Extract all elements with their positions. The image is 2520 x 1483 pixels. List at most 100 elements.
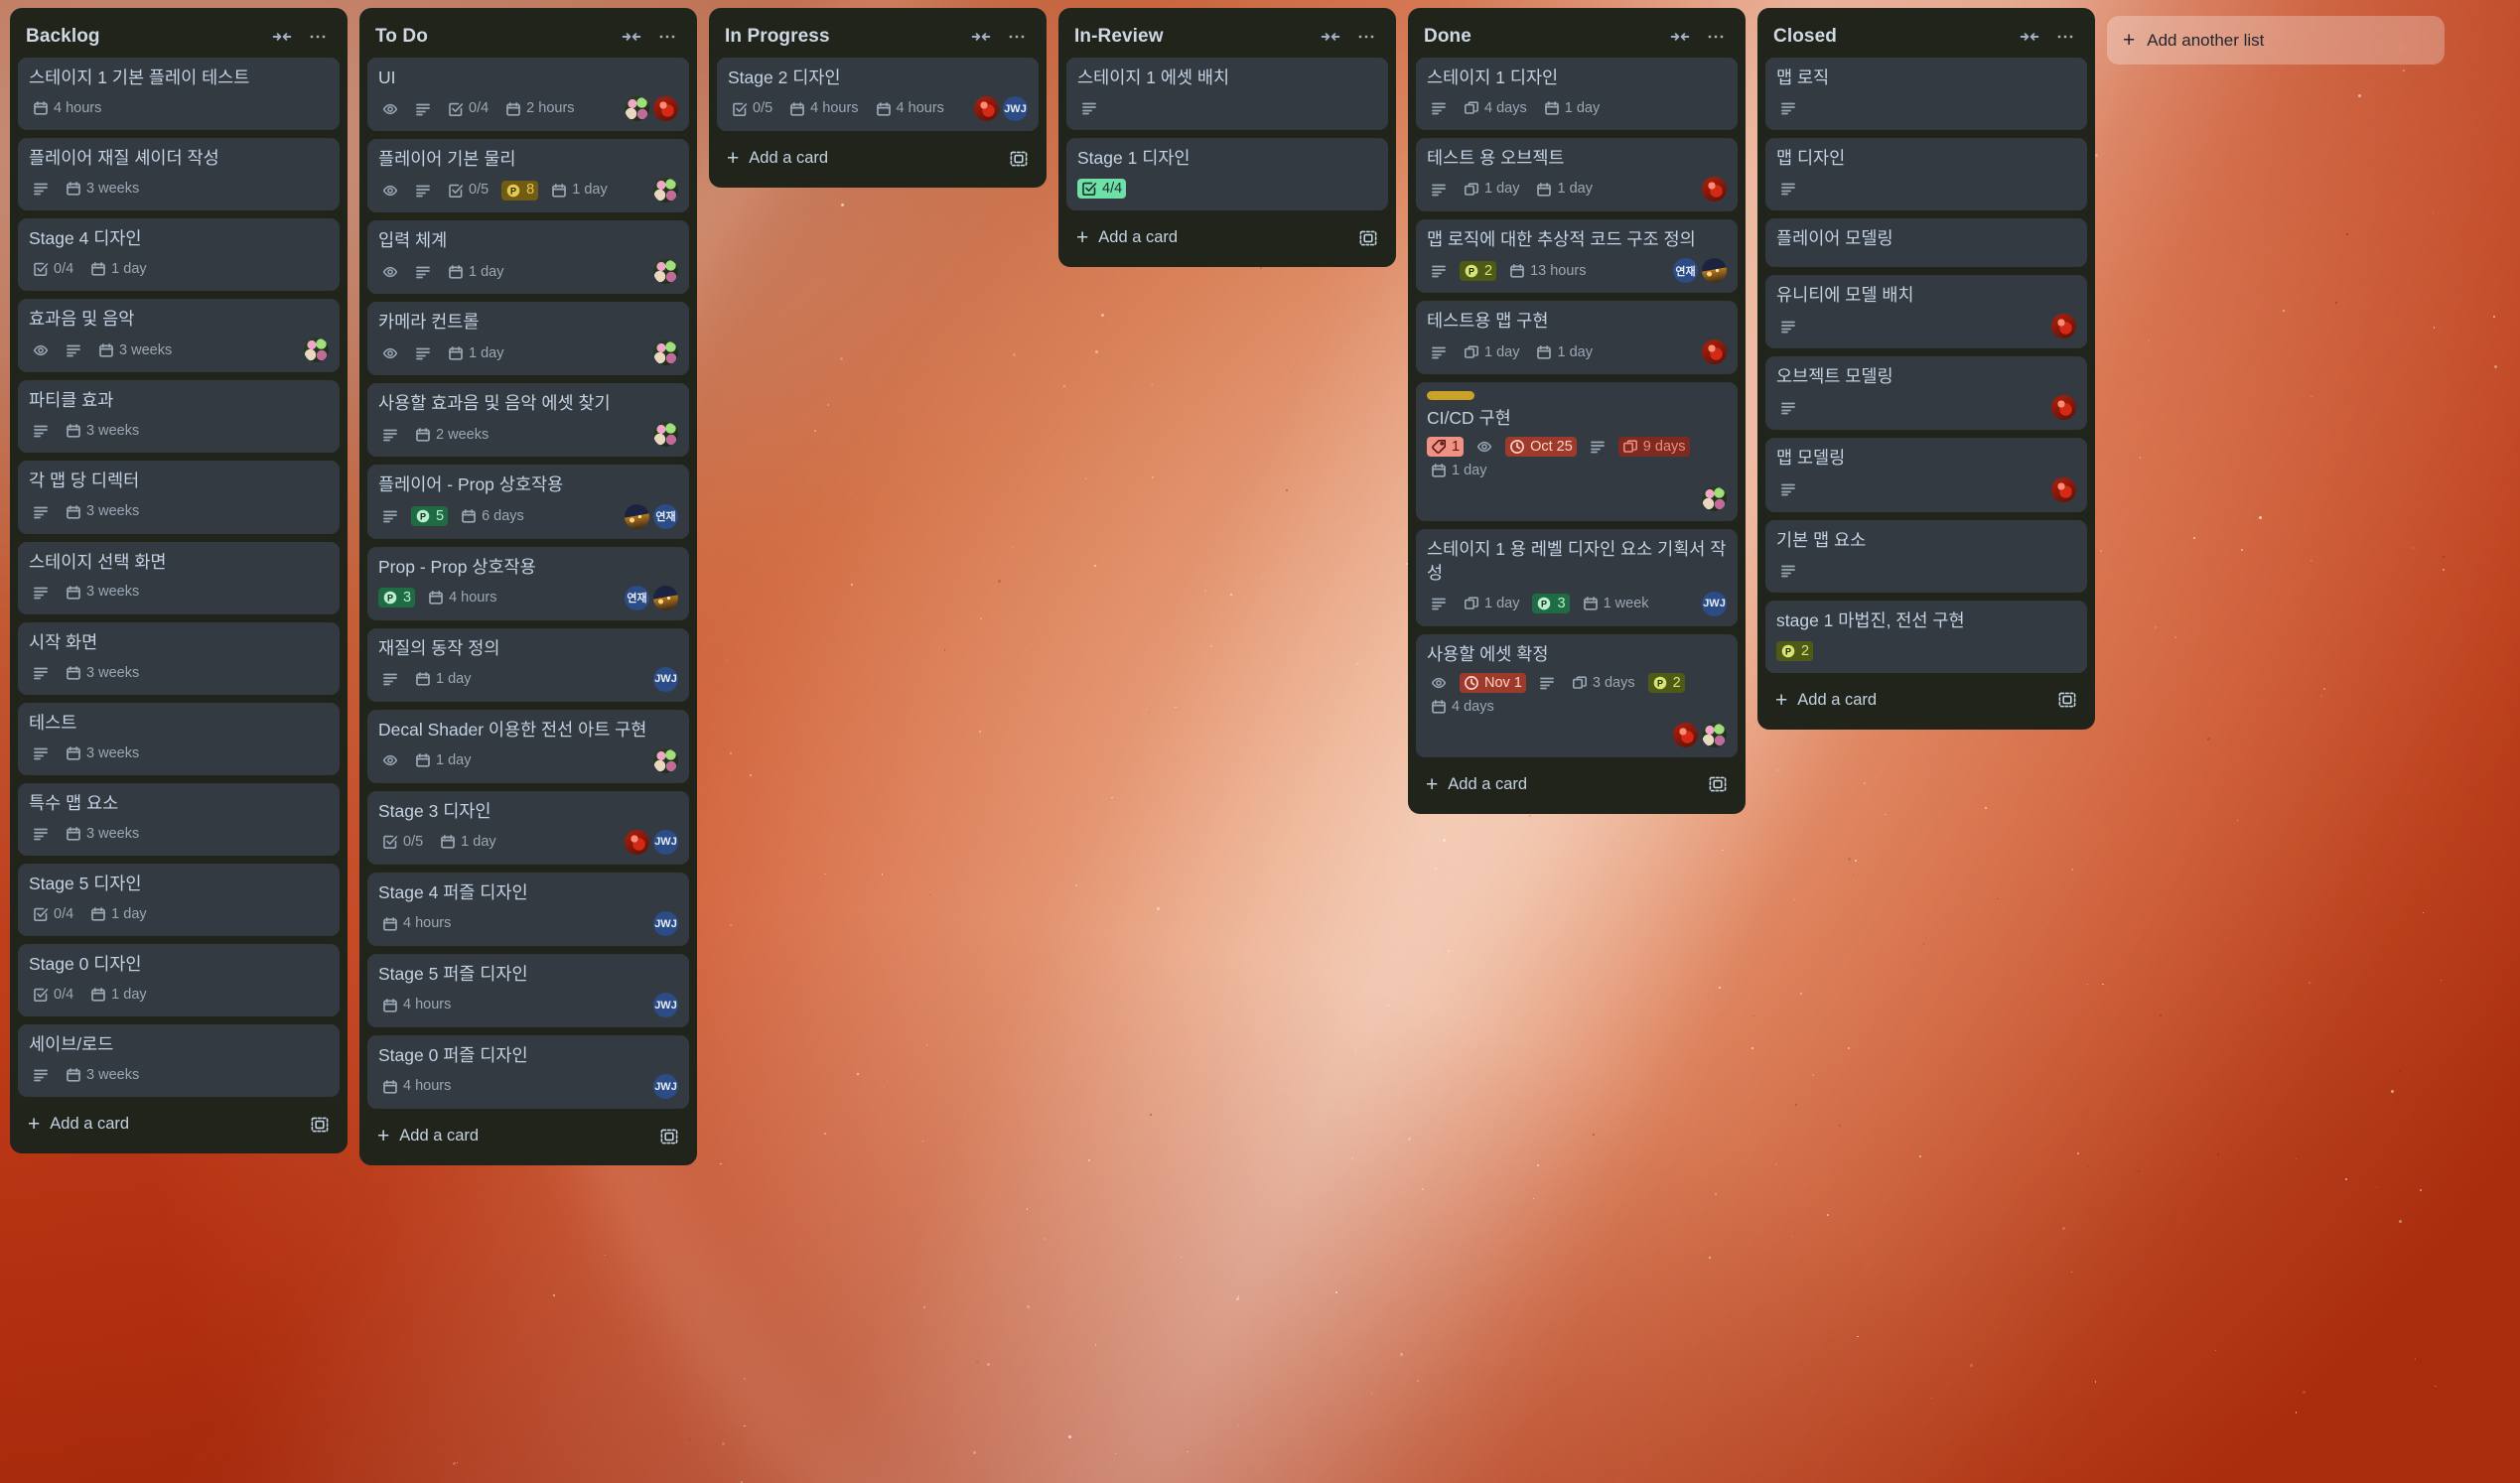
card-template-icon[interactable] [1358, 228, 1378, 248]
list-title[interactable]: Done [1424, 26, 1658, 48]
avatar-initials[interactable]: 연재 [1673, 258, 1698, 284]
card[interactable]: CI/CD 구현 1 Oct 25 9 days 1 day [1416, 382, 1738, 522]
add-card-button[interactable]: + Add a card [1416, 763, 1738, 806]
avatar[interactable] [653, 178, 678, 203]
card[interactable]: 스테이지 선택 화면 3 weeks [18, 541, 340, 614]
collapse-list-icon[interactable] [2016, 24, 2043, 50]
avatar-initials[interactable]: JWJ [653, 993, 678, 1018]
card[interactable]: Prop - Prop 상호작용 P 3 4 hours 연재 [367, 546, 689, 620]
card[interactable]: Stage 0 디자인 0/4 1 day [18, 944, 340, 1017]
card[interactable]: 플레이어 - Prop 상호작용 P 5 6 days 연재 [367, 465, 689, 539]
card-label[interactable] [1427, 391, 1474, 401]
avatar-initials[interactable]: JWJ [1702, 591, 1727, 616]
avatar-initials[interactable]: 연재 [653, 503, 678, 529]
avatar[interactable] [653, 259, 678, 285]
avatar[interactable] [1702, 258, 1727, 284]
avatar[interactable] [1702, 339, 1727, 365]
list-actions-icon[interactable] [1352, 24, 1380, 50]
card[interactable]: 카메라 컨트롤 1 day [367, 302, 689, 376]
add-card-button[interactable]: + Add a card [18, 1103, 340, 1146]
card[interactable]: 사용할 에셋 확정 Nov 1 3 days P 2 4 days [1416, 633, 1738, 757]
card[interactable]: 플레이어 기본 물리 0/5 P 8 1 day [367, 139, 689, 213]
card[interactable]: Stage 4 디자인 0/4 1 day [18, 218, 340, 292]
avatar-initials[interactable]: JWJ [1003, 96, 1028, 122]
avatar-initials[interactable]: JWJ [653, 1074, 678, 1100]
list-actions-icon[interactable] [1702, 24, 1730, 50]
card-template-icon[interactable] [1708, 774, 1728, 794]
card[interactable]: 유니티에 모델 배치 [1765, 275, 2087, 349]
list-title[interactable]: In-Review [1074, 26, 1309, 48]
card-template-icon[interactable] [1009, 149, 1029, 169]
card[interactable]: 스테이지 1 디자인 4 days 1 day [1416, 58, 1738, 131]
card[interactable]: 스테이지 1 기본 플레이 테스트 4 hours [18, 58, 340, 131]
collapse-list-icon[interactable] [268, 24, 296, 50]
avatar[interactable] [653, 585, 678, 610]
avatar[interactable] [1702, 722, 1727, 747]
add-card-button[interactable]: + Add a card [367, 1115, 689, 1157]
add-another-list-button[interactable]: + Add another list [2107, 16, 2445, 65]
card[interactable]: Stage 5 디자인 0/4 1 day [18, 863, 340, 937]
card[interactable]: 테스트 용 오브젝트 1 day 1 day [1416, 138, 1738, 212]
collapse-list-icon[interactable] [1666, 24, 1694, 50]
card[interactable]: Decal Shader 이용한 전선 아트 구현 1 day [367, 709, 689, 783]
card[interactable]: 사용할 효과음 및 음악 에셋 찾기 2 weeks [367, 383, 689, 458]
add-card-button[interactable]: + Add a card [1765, 679, 2087, 722]
avatar[interactable] [1702, 486, 1727, 512]
card[interactable]: 입력 체계 1 day [367, 220, 689, 295]
card[interactable]: 맵 로직에 대한 추상적 코드 구조 정의 P 2 13 hours 연재 [1416, 219, 1738, 294]
avatar[interactable] [1702, 177, 1727, 202]
card[interactable]: 세이브/로드 3 weeks [18, 1024, 340, 1098]
avatar-initials[interactable]: JWJ [653, 829, 678, 855]
card[interactable]: 플레이어 모델링 [1765, 218, 2087, 268]
avatar[interactable] [2051, 476, 2076, 502]
list-title[interactable]: In Progress [725, 26, 959, 48]
card-template-icon[interactable] [2057, 690, 2077, 710]
card[interactable]: 특수 맵 요소 3 weeks [18, 782, 340, 856]
card[interactable]: stage 1 마법진, 전선 구현 P 2 [1765, 600, 2087, 673]
card[interactable]: 시작 화면 3 weeks [18, 621, 340, 695]
card[interactable]: 플레이어 재질 셰이더 작성 3 weeks [18, 138, 340, 211]
card[interactable]: 효과음 및 음악 3 weeks [18, 299, 340, 373]
card[interactable]: 파티클 효과 3 weeks [18, 380, 340, 454]
avatar[interactable] [1673, 722, 1698, 747]
card[interactable]: 테스트 3 weeks [18, 702, 340, 775]
card[interactable]: Stage 1 디자인 4/4 [1066, 138, 1388, 211]
card[interactable]: 오브젝트 모델링 [1765, 356, 2087, 431]
card[interactable]: 맵 모델링 [1765, 438, 2087, 512]
avatar[interactable] [625, 829, 649, 855]
avatar[interactable] [653, 747, 678, 773]
list-actions-icon[interactable] [653, 24, 681, 50]
card[interactable]: Stage 0 퍼즐 디자인 4 hours JWJ [367, 1035, 689, 1110]
avatar[interactable] [2051, 395, 2076, 421]
list-actions-icon[interactable] [304, 24, 332, 50]
list-title[interactable]: Backlog [26, 26, 260, 48]
card[interactable]: 각 맵 당 디렉터 3 weeks [18, 461, 340, 534]
avatar-initials[interactable]: JWJ [653, 911, 678, 937]
card[interactable]: Stage 5 퍼즐 디자인 4 hours JWJ [367, 954, 689, 1028]
card-template-icon[interactable] [310, 1115, 330, 1135]
avatar[interactable] [653, 340, 678, 366]
card[interactable]: 재질의 동작 정의 1 day JWJ [367, 627, 689, 702]
avatar-initials[interactable]: 연재 [625, 585, 649, 610]
collapse-list-icon[interactable] [618, 24, 645, 50]
card[interactable]: Stage 3 디자인 0/5 1 day JWJ [367, 790, 689, 865]
avatar[interactable] [304, 337, 329, 363]
avatar[interactable] [653, 422, 678, 448]
card-template-icon[interactable] [659, 1127, 679, 1146]
card[interactable]: 스테이지 1 용 레벨 디자인 요소 기획서 작성 1 day P 3 1 week JW… [1416, 529, 1738, 626]
list-actions-icon[interactable] [2051, 24, 2079, 50]
list-title[interactable]: Closed [1773, 26, 2008, 48]
collapse-list-icon[interactable] [1317, 24, 1344, 50]
list-actions-icon[interactable] [1003, 24, 1031, 50]
card[interactable]: Stage 4 퍼즐 디자인 4 hours JWJ [367, 872, 689, 947]
avatar[interactable] [625, 96, 649, 122]
avatar[interactable] [2051, 314, 2076, 339]
add-card-button[interactable]: + Add a card [1066, 216, 1388, 259]
avatar-initials[interactable]: JWJ [653, 666, 678, 692]
card[interactable]: UI 0/4 2 hours [367, 58, 689, 132]
card[interactable]: Stage 2 디자인 0/5 4 hours 4 hours JWJ [717, 58, 1039, 132]
avatar[interactable] [625, 503, 649, 529]
card[interactable]: 테스트용 맵 구현 1 day 1 day [1416, 301, 1738, 375]
card[interactable]: 맵 로직 [1765, 58, 2087, 131]
card[interactable]: 스테이지 1 에셋 배치 [1066, 58, 1388, 131]
